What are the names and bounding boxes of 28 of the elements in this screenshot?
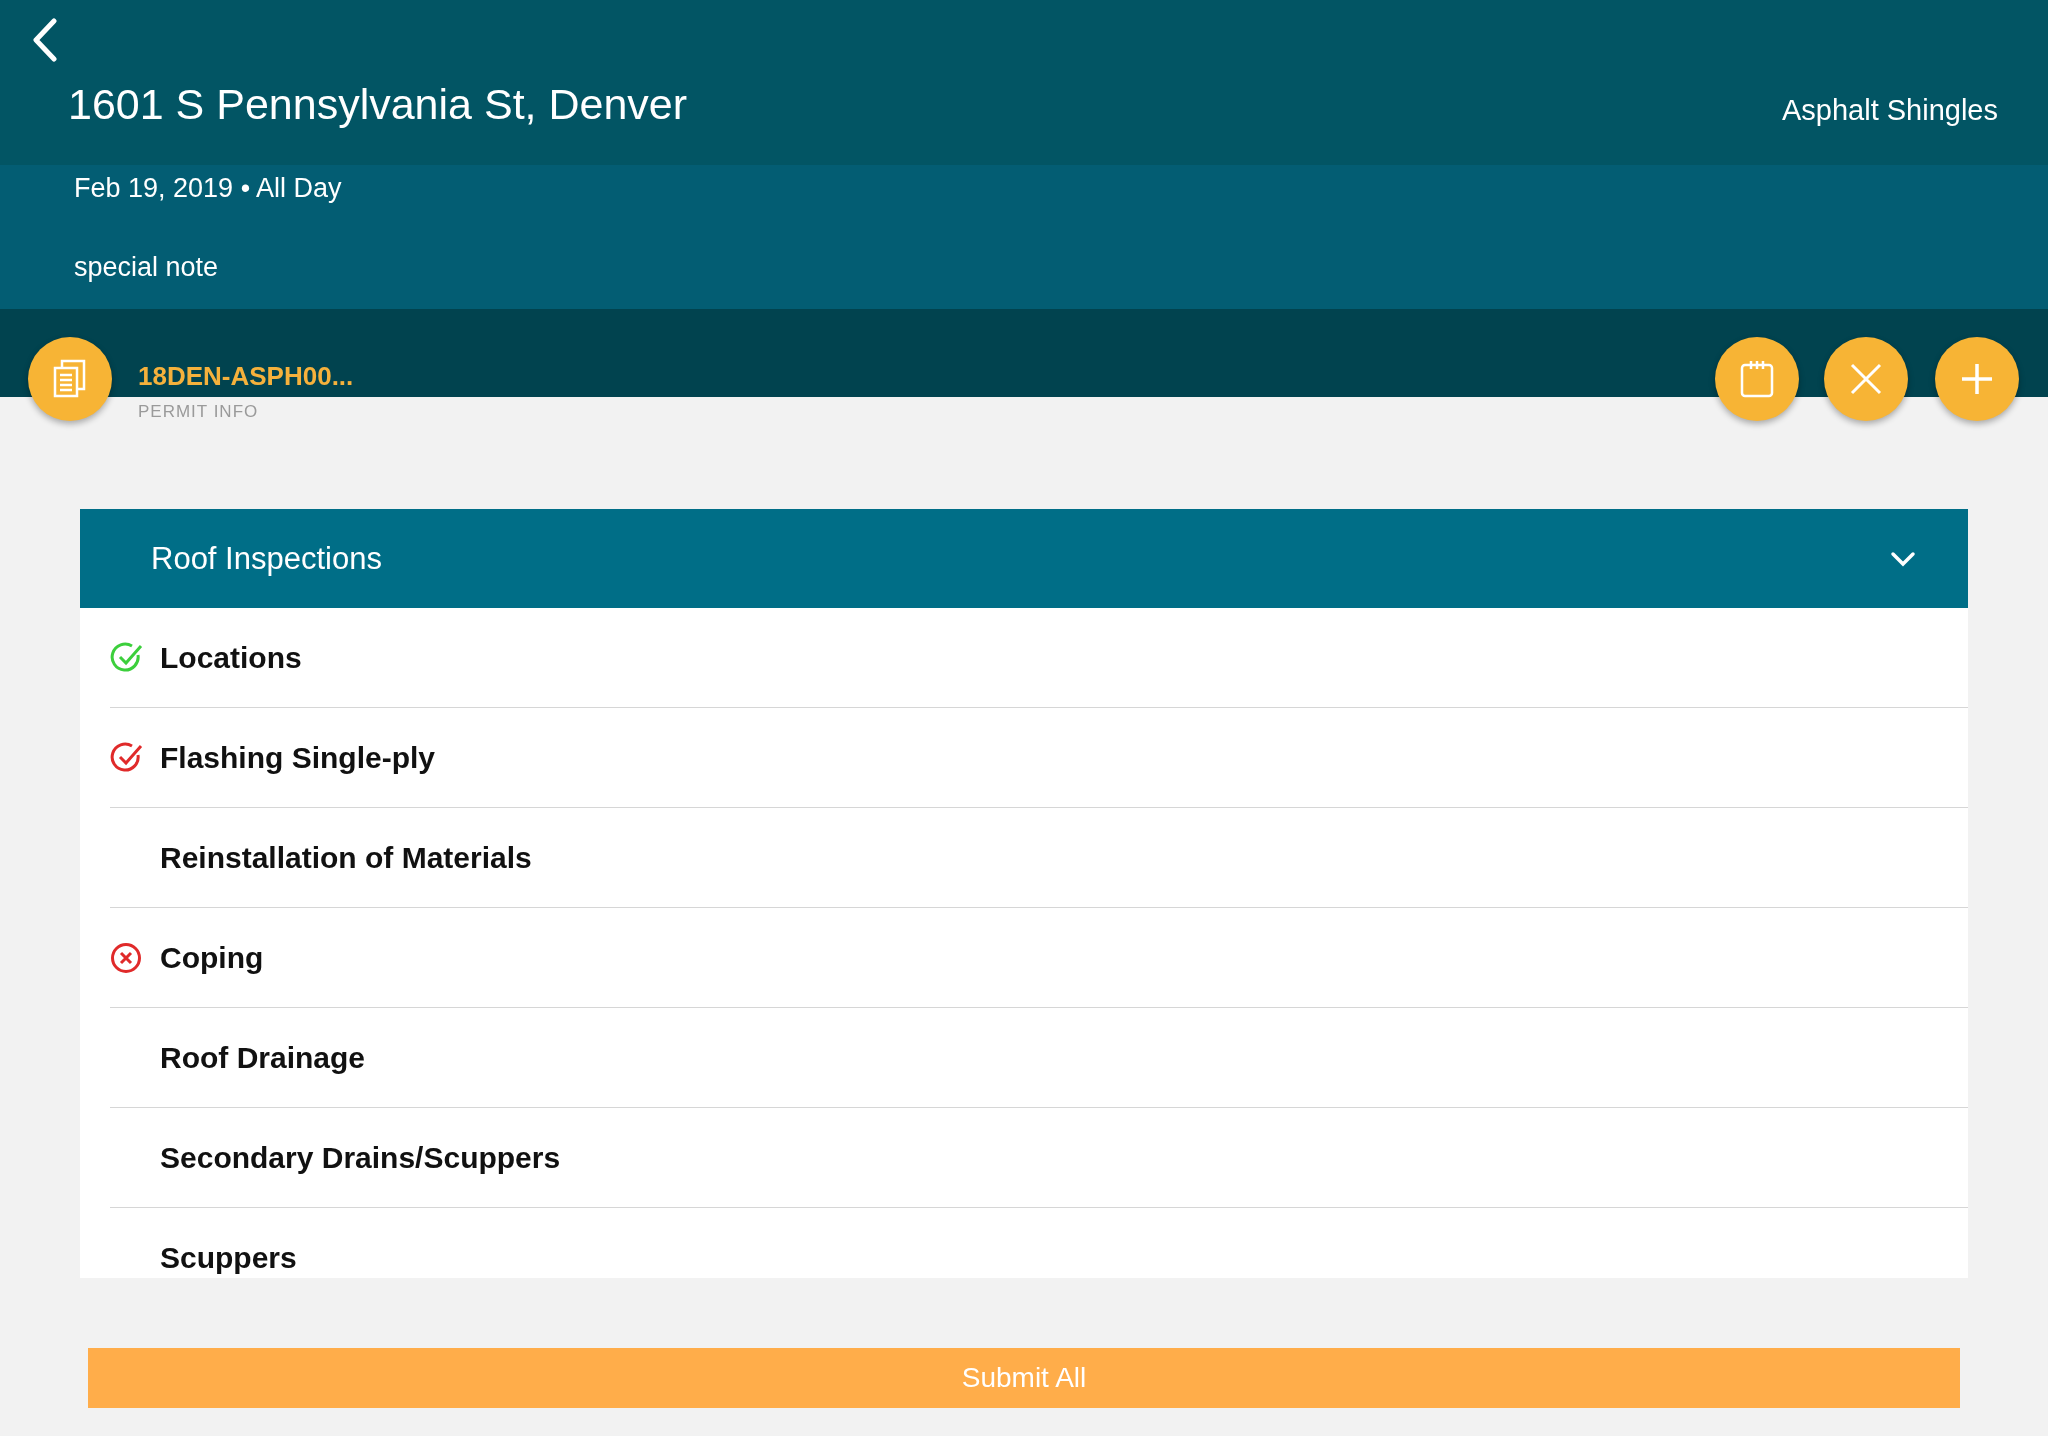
add-button[interactable] [1935,337,2019,421]
documents-icon [52,359,88,399]
inspection-item[interactable]: Locations [160,640,302,675]
permit-info-label: PERMIT INFO [138,402,260,422]
inspection-item[interactable]: Flashing Single-ply [160,740,436,775]
inspection-item[interactable]: Scuppers [160,1241,297,1275]
plus-icon [1961,363,1993,395]
inspection-item[interactable]: Reinstallation of Materials [160,840,532,875]
close-icon [1850,363,1882,395]
date-label: Feb 19, 2019 • All Day [74,173,343,204]
address-title: 1601 S Pennsylvania St, Denver [68,80,688,129]
calendar-button[interactable] [1715,337,1799,421]
x-circle-icon [110,941,142,974]
roof-type-label: Asphalt Shingles [1781,94,1998,127]
inspection-item[interactable]: Secondary Drains/Scuppers [160,1140,561,1175]
check-circle-icon [110,640,144,675]
documents-button[interactable] [28,337,112,421]
check-circle-icon [110,740,144,775]
permit-number: 18DEN-ASPH00... [138,361,354,392]
section-header[interactable]: Roof Inspections [80,509,1968,608]
calendar-icon [1739,359,1775,399]
close-button[interactable] [1824,337,1908,421]
chevron-icon [1890,550,1916,567]
note-text: special note [74,252,220,283]
inspection-item[interactable]: Coping [160,940,264,975]
back-icon[interactable] [32,18,58,62]
inspection-item[interactable]: Roof Drainage [160,1040,366,1075]
section-title: Roof Inspections [151,540,382,577]
